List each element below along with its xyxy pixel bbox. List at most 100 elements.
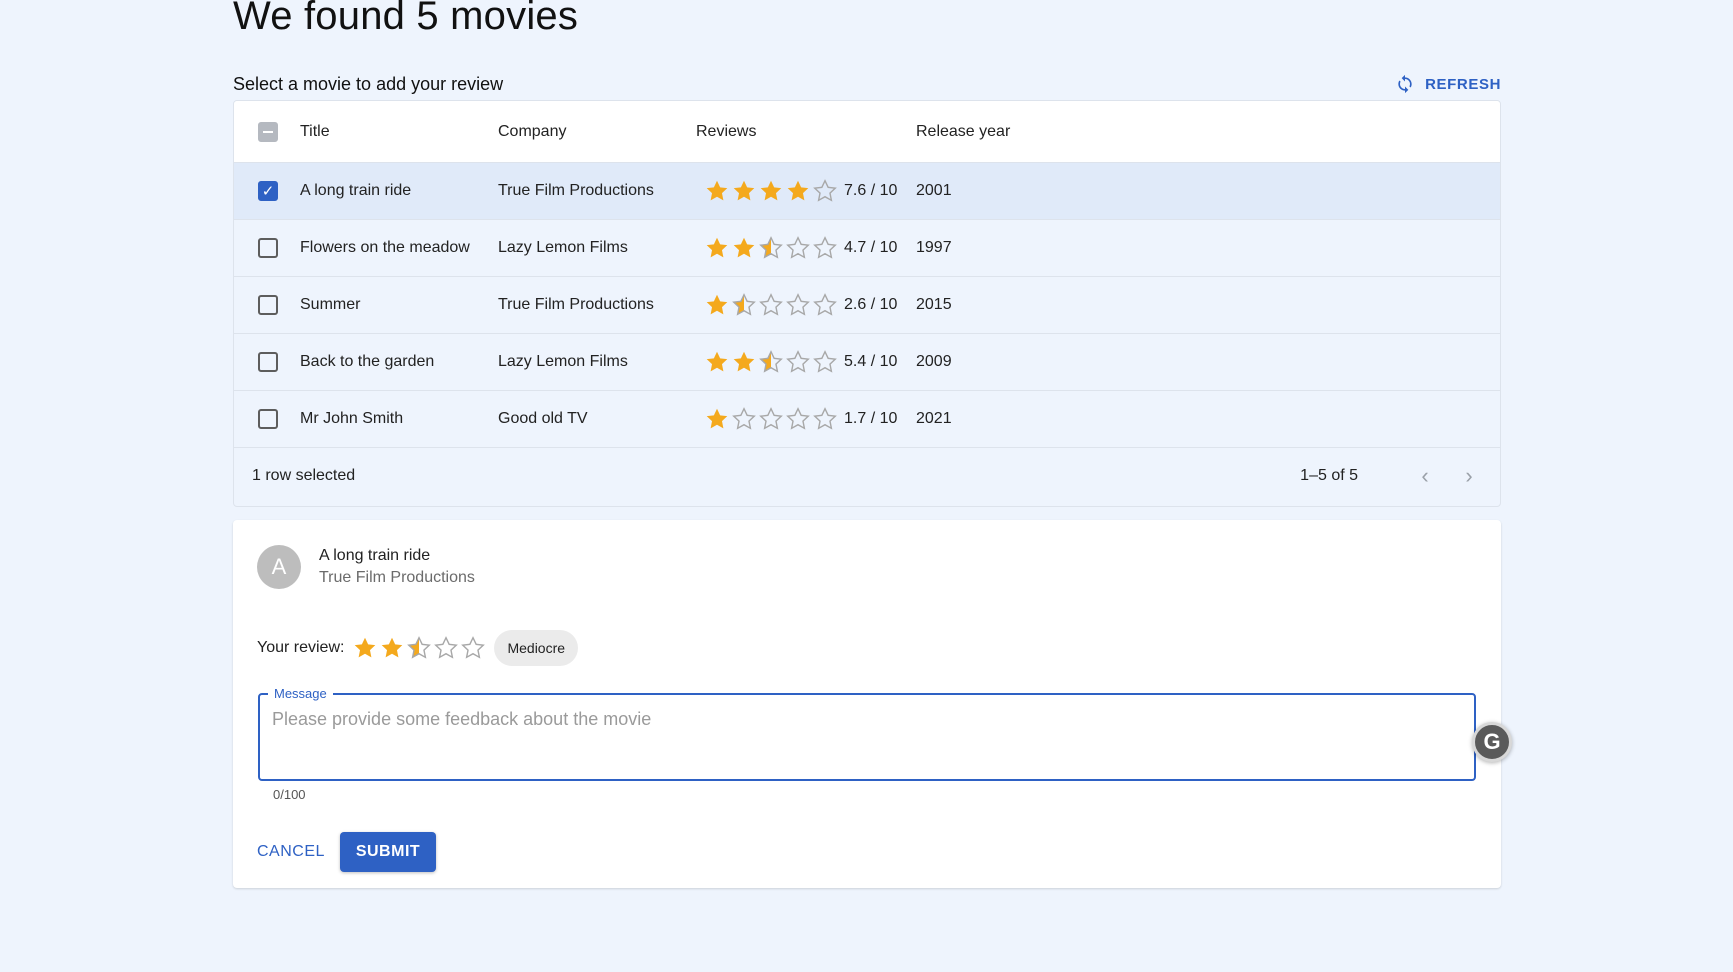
star-empty-icon (786, 236, 810, 259)
star-empty-icon (461, 636, 486, 659)
avatar: A (257, 545, 301, 589)
cell-title: Summer (300, 296, 361, 313)
rating-value: 5.4 / 10 (844, 353, 898, 370)
rating-value: 4.7 / 10 (844, 239, 898, 256)
star-filled-icon (355, 637, 376, 658)
row-checkbox[interactable] (258, 352, 278, 372)
star-empty-icon (732, 407, 756, 430)
cell-company: True Film Productions (498, 182, 654, 199)
cell-reviews: 5.4 / 10 (696, 349, 916, 375)
check-icon: ✓ (261, 182, 275, 200)
message-label: Message (268, 686, 333, 701)
submit-button[interactable]: SUBMIT (340, 832, 436, 872)
cell-title: Back to the garden (300, 353, 435, 370)
table-row[interactable]: Back to the garden Lazy Lemon Films 5.4 / … (234, 334, 1500, 391)
review-movie-company: True Film Productions (319, 569, 475, 586)
rating-value: 7.6 / 10 (844, 182, 898, 199)
table-subheader: Select a movie to add your review REFRES… (233, 73, 1501, 95)
star-filled-icon (706, 408, 728, 429)
column-header-release-year[interactable]: Release year (916, 123, 1116, 141)
rating-value: 1.7 / 10 (844, 410, 898, 427)
star-empty-icon (813, 236, 837, 259)
rating-chip: Mediocre (494, 630, 579, 666)
star-empty-icon (813, 179, 837, 202)
cell-release-year: 2001 (916, 182, 952, 199)
message-input[interactable] (272, 709, 1462, 765)
refresh-label: REFRESH (1425, 75, 1501, 93)
star-filled-icon (733, 180, 755, 201)
star-half-icon (759, 350, 783, 373)
row-checkbox[interactable] (258, 409, 278, 429)
table-row[interactable]: Flowers on the meadow Lazy Lemon Films 4.7… (234, 220, 1500, 277)
star-half-icon (759, 236, 783, 259)
row-checkbox[interactable]: ✓ (258, 181, 278, 201)
your-review: Your review: Mediocre (257, 630, 579, 666)
rating-stars (704, 235, 838, 261)
star-filled-icon (760, 180, 782, 201)
table-footer: 1 row selected 1–5 of 5 ‹ › (234, 448, 1500, 504)
star-empty-icon (759, 407, 783, 430)
star-half-icon (407, 636, 432, 659)
star-empty-icon (786, 293, 810, 316)
star-filled-icon (706, 351, 728, 372)
review-rating-input[interactable] (352, 635, 486, 661)
star-empty-icon (434, 636, 459, 659)
star-filled-icon (706, 180, 728, 201)
cell-title: Flowers on the meadow (300, 239, 470, 256)
column-header-reviews[interactable]: Reviews (696, 123, 916, 141)
star-filled-icon (733, 351, 755, 372)
table-row[interactable]: Mr John Smith Good old TV 1.7 / 10 2021 (234, 391, 1500, 448)
star-filled-icon (706, 237, 728, 258)
your-review-label: Your review: (257, 639, 345, 656)
review-card: A A long train ride True Film Production… (233, 520, 1501, 888)
review-movie-title: A long train ride (319, 547, 431, 564)
star-filled-icon (706, 294, 728, 315)
table-header: Title Company Reviews Release year (234, 101, 1500, 163)
star-empty-icon (813, 293, 837, 316)
star-filled-icon (733, 237, 755, 258)
page-range: 1–5 of 5 (1300, 467, 1358, 484)
star-filled-icon (382, 637, 403, 658)
message-field: Message (258, 686, 1476, 781)
refresh-icon (1398, 74, 1412, 94)
table-instruction: Select a movie to add your review (233, 73, 504, 94)
grammarly-icon[interactable]: G (1472, 722, 1512, 762)
cancel-button[interactable]: CANCEL (257, 832, 325, 872)
rating-stars (704, 349, 838, 375)
cell-reviews: 7.6 / 10 (696, 178, 916, 204)
cell-title: A long train ride (300, 182, 412, 199)
cell-release-year: 2015 (916, 296, 952, 313)
star-empty-icon (813, 407, 837, 430)
column-header-title[interactable]: Title (300, 123, 498, 141)
cell-reviews: 2.6 / 10 (696, 292, 916, 318)
cell-title: Mr John Smith (300, 410, 404, 427)
cell-company: True Film Productions (498, 296, 654, 313)
cell-company: Lazy Lemon Films (498, 353, 628, 370)
rating-stars (704, 406, 838, 432)
star-empty-icon (813, 350, 837, 373)
cell-company: Lazy Lemon Films (498, 239, 628, 256)
rating-stars (704, 178, 838, 204)
row-checkbox[interactable] (258, 295, 278, 315)
column-header-company[interactable]: Company (498, 123, 696, 141)
table-row[interactable]: ✓ A long train ride True Film Productions 7… (234, 163, 1500, 220)
cell-reviews: 1.7 / 10 (696, 406, 916, 432)
cell-release-year: 2021 (916, 410, 952, 427)
rating-stars (704, 292, 838, 318)
star-half-icon (732, 293, 756, 316)
star-empty-icon (759, 293, 783, 316)
cell-release-year: 2009 (916, 353, 952, 370)
star-empty-icon (786, 350, 810, 373)
refresh-button[interactable]: REFRESH (1395, 74, 1501, 94)
star-filled-icon (787, 180, 809, 201)
row-checkbox[interactable] (258, 238, 278, 258)
cell-reviews: 4.7 / 10 (696, 235, 916, 261)
table-body: ✓ A long train ride True Film Productions 7… (234, 163, 1500, 448)
cell-release-year: 1997 (916, 239, 952, 256)
select-all-checkbox[interactable] (258, 121, 278, 142)
rating-value: 2.6 / 10 (844, 296, 898, 313)
previous-page-icon[interactable]: ‹ (1412, 463, 1438, 489)
table-row[interactable]: Summer True Film Productions 2.6 / 10 2015 (234, 277, 1500, 334)
next-page-icon[interactable]: › (1456, 463, 1482, 489)
cell-company: Good old TV (498, 410, 588, 427)
